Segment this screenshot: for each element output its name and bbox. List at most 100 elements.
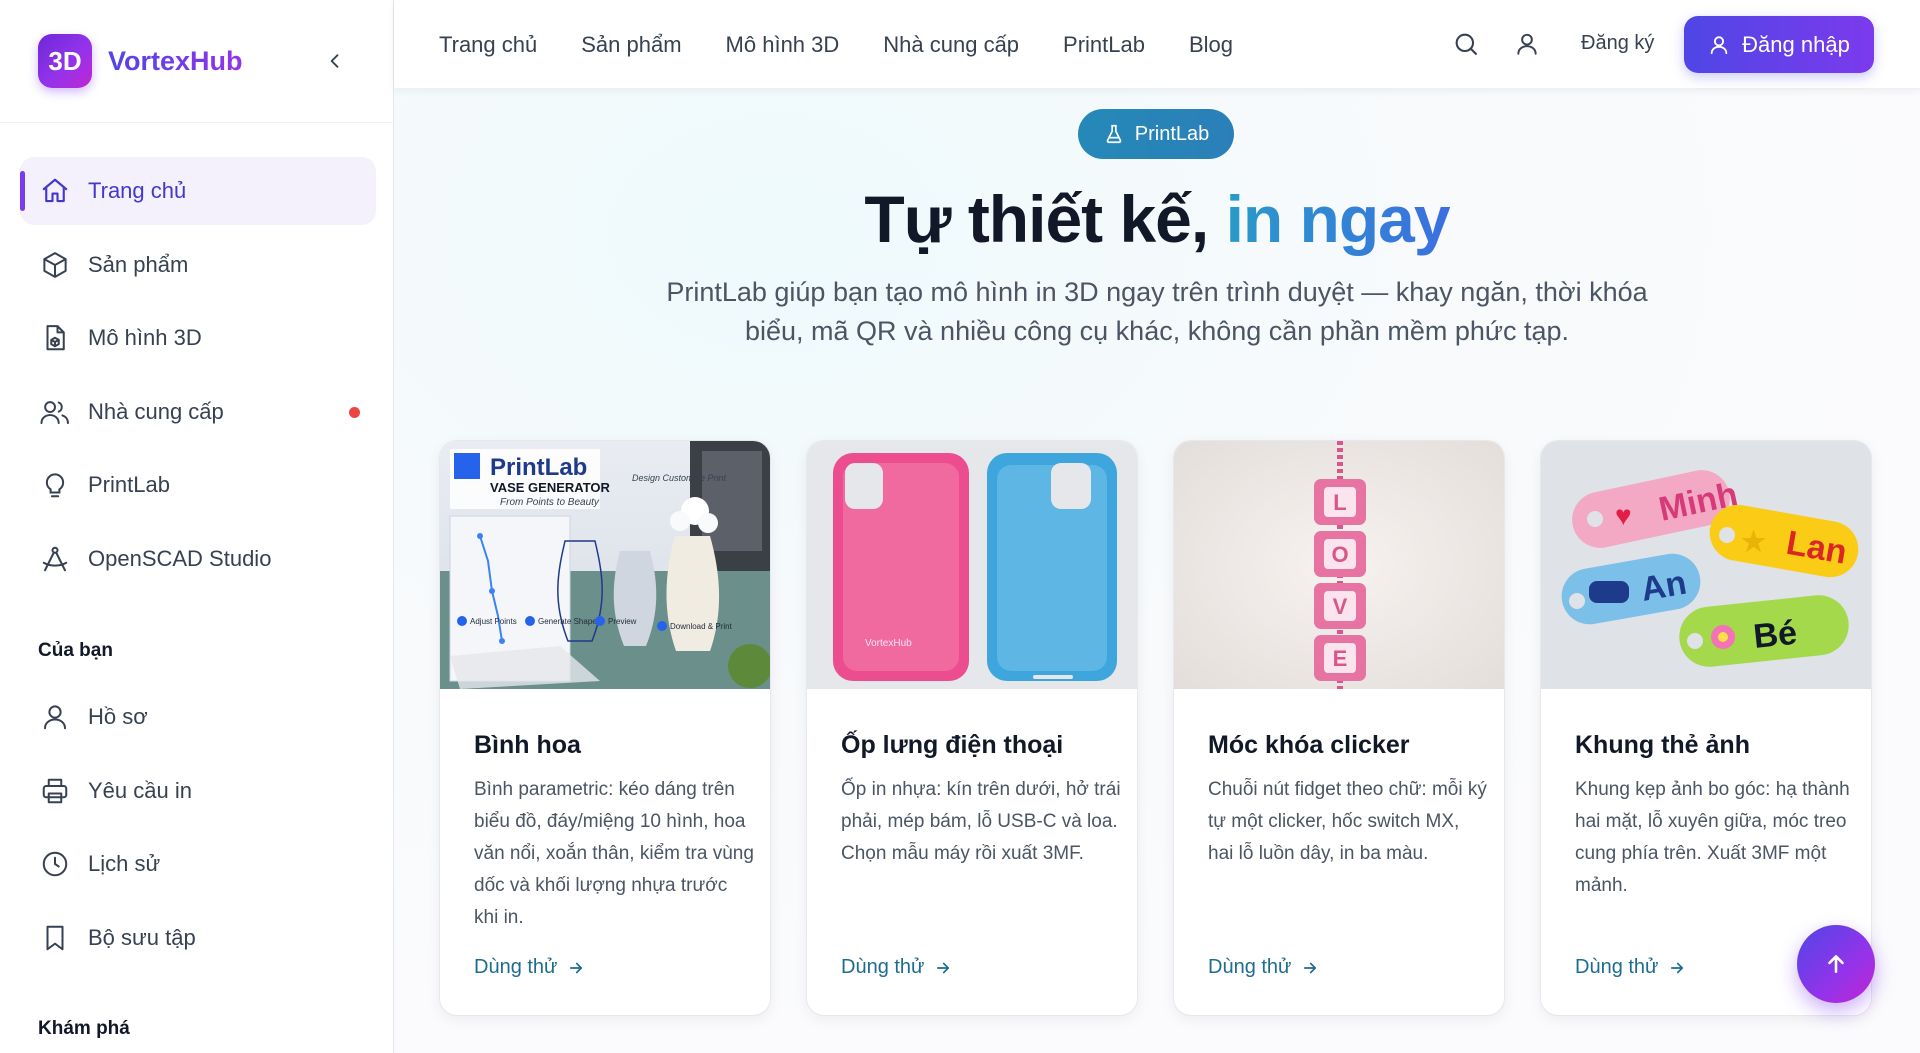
vase-step-1: Adjust Points xyxy=(470,617,517,626)
tool-card-clicker-keychain[interactable]: L O V E Móc khóa clicker Chuỗi nút fidge… xyxy=(1173,440,1505,1016)
login-button[interactable]: Đăng nhập xyxy=(1684,16,1874,73)
cube-icon xyxy=(38,248,72,282)
vase-image-brand: PrintLab xyxy=(490,454,587,481)
sidebar-item-label: Hồ sơ xyxy=(88,704,148,729)
topnav-blog[interactable]: Blog xyxy=(1189,32,1233,58)
sidebar-nav: Trang chủ Sản phẩm Mô hình 3D Nhà cung c… xyxy=(20,157,376,598)
notification-dot xyxy=(349,406,360,418)
sidebar-item-label: Mô hình 3D xyxy=(88,325,202,350)
sidebar-item-label: Yêu cầu in xyxy=(88,777,192,803)
sidebar-item-printlab[interactable]: PrintLab xyxy=(20,451,376,519)
topnav-3d-models[interactable]: Mô hình 3D xyxy=(726,32,840,58)
sidebar-divider xyxy=(0,122,393,123)
users-icon xyxy=(38,395,72,429)
vase-image-heading: VASE GENERATOR xyxy=(490,480,611,495)
scroll-to-top-button[interactable] xyxy=(1797,925,1875,1003)
sidebar-item-label: Sản phẩm xyxy=(88,251,189,277)
flask-icon xyxy=(1106,124,1122,144)
tool-card-phone-case[interactable]: VortexHub Ốp lưng điện thoại Ốp in nhựa:… xyxy=(806,440,1138,1016)
top-navbar: Trang chủ Sản phẩm Mô hình 3D Nhà cung c… xyxy=(394,0,1920,89)
hero-title-main: Tự thiết kế, xyxy=(864,182,1226,256)
sidebar: 3D VortexHub Trang chủ Sản phẩm Mô hình … xyxy=(0,0,394,1053)
section-title-explore: Khám phá xyxy=(38,1018,130,1039)
register-link[interactable]: Đăng ký xyxy=(1581,32,1654,55)
try-button[interactable]: Dùng thử xyxy=(1575,956,1686,979)
bookmark-icon xyxy=(38,921,72,955)
lightbulb-icon xyxy=(38,468,72,502)
try-button-label: Dùng thử xyxy=(1208,956,1292,978)
vase-generator-image: PrintLab VASE GENERATOR From Points to B… xyxy=(440,441,770,689)
sidebar-item-label: Bộ sưu tập xyxy=(88,924,196,950)
sidebar-item-label: Trang chủ xyxy=(88,178,187,203)
arrow-up-icon xyxy=(1828,955,1844,973)
sidebar-item-products[interactable]: Sản phẩm xyxy=(20,231,376,299)
card-title: Khung thẻ ảnh xyxy=(1575,731,1750,759)
try-button-label: Dùng thử xyxy=(474,956,558,978)
user-icon xyxy=(1710,35,1728,54)
card-title: Bình hoa xyxy=(474,731,581,759)
vase-image-side-note: Design Customize Print xyxy=(632,473,727,483)
brand[interactable]: 3D VortexHub xyxy=(38,34,243,88)
chevron-left-icon xyxy=(330,54,339,68)
printer-icon xyxy=(38,774,72,808)
hero-subtitle: PrintLab giúp bạn tạo mô hình in 3D ngay… xyxy=(666,277,1648,346)
try-button-label: Dùng thử xyxy=(841,956,925,978)
hero-title: Tự thiết kế, in ngay xyxy=(394,181,1920,257)
tool-card-vase[interactable]: PrintLab VASE GENERATOR From Points to B… xyxy=(439,440,771,1016)
clicker-letter-2: O xyxy=(1331,542,1348,567)
phone-case-text: VortexHub xyxy=(865,638,912,649)
phone-case-image: VortexHub xyxy=(807,441,1137,689)
clicker-letter-1: L xyxy=(1333,490,1346,515)
search-button[interactable] xyxy=(1450,28,1482,60)
user-icon xyxy=(1517,33,1537,55)
card-title: Ốp lưng điện thoại xyxy=(841,731,1064,759)
clicker-letter-3: V xyxy=(1333,594,1348,619)
topnav-products[interactable]: Sản phẩm xyxy=(581,32,681,58)
arrow-right-icon xyxy=(1304,962,1317,973)
clock-icon xyxy=(38,847,72,881)
tag-name-4: Bé xyxy=(1752,614,1799,656)
sidebar-item-profile[interactable]: Hồ sơ xyxy=(20,683,376,751)
vase-step-2: Generate Shape xyxy=(538,617,597,626)
tag-name-3: An xyxy=(1638,564,1689,609)
model-file-icon xyxy=(38,321,72,355)
sidebar-item-print-requests[interactable]: Yêu cầu in xyxy=(20,757,376,825)
try-button[interactable]: Dùng thử xyxy=(1208,956,1319,979)
sidebar-item-suppliers[interactable]: Nhà cung cấp xyxy=(20,378,376,446)
login-button-label: Đăng nhập xyxy=(1742,31,1850,57)
home-icon xyxy=(38,174,72,208)
compass-icon xyxy=(38,542,72,576)
card-description: Khung kẹp ảnh bo góc: hạ thành hai mặt, … xyxy=(1575,779,1850,896)
user-icon xyxy=(38,700,72,734)
sidebar-nav-yours: Hồ sơ Yêu cầu in Lịch sử Bộ sưu tập xyxy=(20,683,376,977)
top-nav-links: Trang chủ Sản phẩm Mô hình 3D Nhà cung c… xyxy=(439,0,1277,89)
vase-image-tagline: From Points to Beauty xyxy=(500,497,600,508)
try-button[interactable]: Dùng thử xyxy=(841,956,952,979)
account-button[interactable] xyxy=(1511,28,1543,60)
section-title-yours: Của bạn xyxy=(38,640,113,661)
collapse-sidebar-button[interactable] xyxy=(320,46,350,76)
clicker-letter-4: E xyxy=(1333,646,1348,671)
card-description: Bình parametric: kéo dáng trên biểu đồ, … xyxy=(474,779,754,928)
topnav-home[interactable]: Trang chủ xyxy=(439,32,537,58)
sidebar-item-openscad[interactable]: OpenSCAD Studio xyxy=(20,525,376,593)
sidebar-item-collection[interactable]: Bộ sưu tập xyxy=(20,904,376,972)
try-button-label: Dùng thử xyxy=(1575,956,1659,978)
svg-text:★: ★ xyxy=(1741,526,1766,557)
sidebar-item-label: OpenSCAD Studio xyxy=(88,545,272,571)
sidebar-item-history[interactable]: Lịch sử xyxy=(20,830,376,898)
topnav-suppliers[interactable]: Nhà cung cấp xyxy=(883,32,1019,58)
sidebar-item-home[interactable]: Trang chủ xyxy=(20,157,376,225)
sidebar-item-label: Lịch sử xyxy=(88,851,161,876)
sidebar-item-label: PrintLab xyxy=(88,472,170,497)
vase-step-3: Preview xyxy=(608,617,637,626)
topnav-printlab[interactable]: PrintLab xyxy=(1063,32,1145,58)
card-description: Chuỗi nút fidget theo chữ: mỗi ký tự một… xyxy=(1208,779,1487,864)
name-tags-image: Minh ♥ Lan ★ An Bé xyxy=(1541,441,1871,689)
try-button[interactable]: Dùng thử xyxy=(474,956,585,979)
tool-cards: PrintLab VASE GENERATOR From Points to B… xyxy=(439,440,1907,1016)
pill-label: PrintLab xyxy=(1134,122,1210,145)
arrow-right-icon xyxy=(937,962,950,973)
sidebar-item-3d-models[interactable]: Mô hình 3D xyxy=(20,304,376,372)
printlab-pill: PrintLab xyxy=(1078,109,1234,159)
